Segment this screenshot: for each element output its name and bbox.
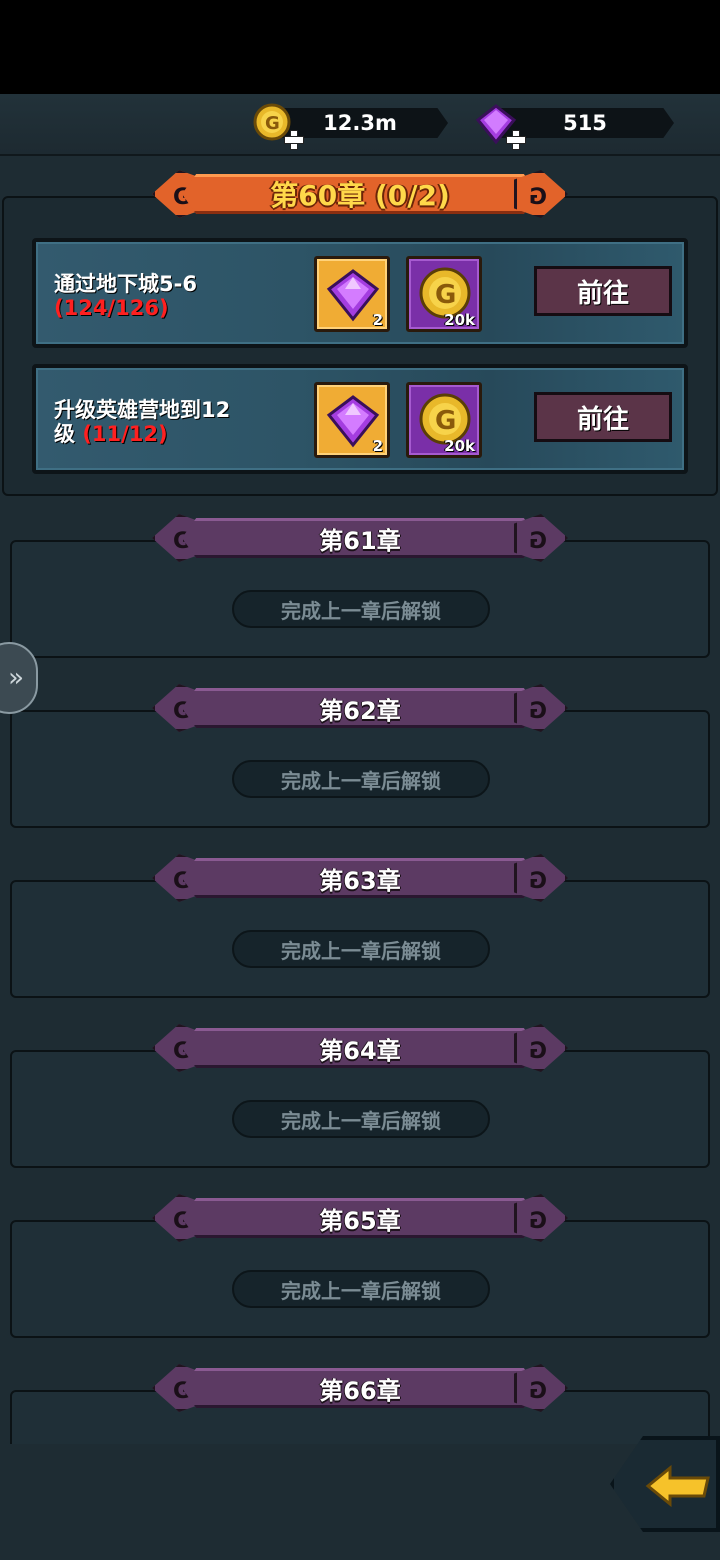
status-bar <box>0 0 720 94</box>
chapter-title: 第61章 <box>319 526 401 555</box>
arrow-left-icon <box>645 1464 710 1508</box>
locked-status: 完成上一章后解锁 <box>232 590 490 628</box>
locked-status: 完成上一章后解锁 <box>232 1270 490 1308</box>
svg-text:G: G <box>435 406 456 436</box>
ribbon-end-right: G <box>514 170 568 218</box>
chapter-title: 第64章 <box>319 1036 401 1065</box>
locked-status: 完成上一章后解锁 <box>232 930 490 968</box>
chapter-63-header: G G 第63章 <box>152 852 568 904</box>
task-title: 通过地下城5-6 (124/126) <box>54 272 197 320</box>
currency-bar: 12.3m G 515 <box>0 94 720 156</box>
chapter-title: 第62章 <box>319 696 401 725</box>
reward-quantity: 20k <box>444 311 475 329</box>
task-card: 通过地下城5-6 (124/126) 2 G 20k 前往 <box>32 238 688 348</box>
side-expand-button[interactable]: » <box>0 642 38 714</box>
reward-quantity: 20k <box>444 437 475 455</box>
double-chevron-right-icon: » <box>8 663 24 693</box>
bottom-area <box>0 1444 720 1560</box>
chapter-65-header: G G 第65章 <box>152 1192 568 1244</box>
chapter-60-header: G G 第60章 (0/2) <box>152 168 568 220</box>
locked-status: 完成上一章后解锁 <box>232 1100 490 1138</box>
chapter-62-header: G G 第62章 <box>152 682 568 734</box>
add-gem-button[interactable] <box>474 102 526 150</box>
gem-amount: 515 <box>563 111 607 135</box>
locked-status: 完成上一章后解锁 <box>232 760 490 798</box>
chapter-61-header: G G 第61章 <box>152 512 568 564</box>
reward-gem[interactable]: 2 <box>314 382 390 458</box>
reward-gold[interactable]: G 20k <box>406 382 482 458</box>
chapter-title: 第66章 <box>319 1376 401 1405</box>
chapter-title: 第65章 <box>319 1206 401 1235</box>
svg-text:G: G <box>265 113 280 134</box>
task-progress: (124/126) <box>54 296 169 320</box>
chapter-64-header: G G 第64章 <box>152 1022 568 1074</box>
svg-text:G: G <box>435 280 456 310</box>
task-title: 升级英雄营地到12 级 (11/12) <box>54 398 231 446</box>
reward-gem[interactable]: 2 <box>314 256 390 332</box>
plus-icon <box>506 130 526 150</box>
chapter-title: 第60章 (0/2) <box>270 179 450 212</box>
add-gold-button[interactable]: G <box>252 102 304 150</box>
chapter-title: 第63章 <box>319 866 401 895</box>
gold-amount: 12.3m <box>323 111 397 135</box>
task-progress: (11/12) <box>82 422 168 446</box>
chapter-66-header: G G 第66章 <box>152 1362 568 1414</box>
plus-icon <box>284 130 304 150</box>
reward-quantity: 2 <box>372 311 383 329</box>
reward-gold[interactable]: G 20k <box>406 256 482 332</box>
go-button[interactable]: 前往 <box>534 392 672 442</box>
reward-quantity: 2 <box>372 437 383 455</box>
task-card: 升级英雄营地到12 级 (11/12) 2 G 20k 前往 <box>32 364 688 474</box>
go-button[interactable]: 前往 <box>534 266 672 316</box>
